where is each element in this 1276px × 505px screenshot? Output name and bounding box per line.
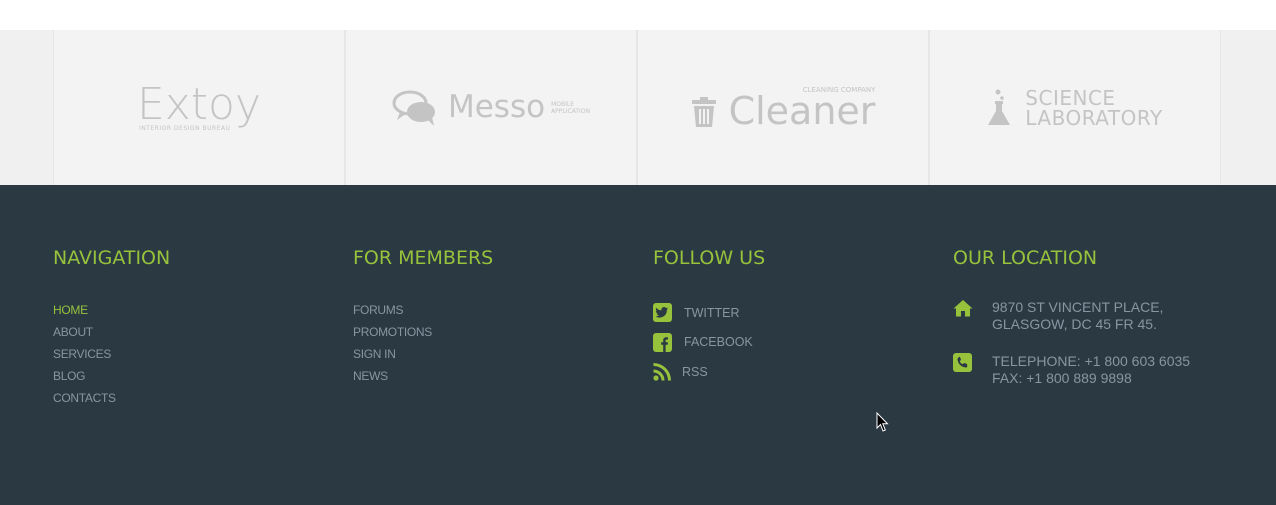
nav-link-about[interactable]: ABOUT [53,325,93,339]
partner-cleaner[interactable]: CLEANING COMPANY Cleaner [637,30,929,185]
footer-follow-column: FOLLOW US TWITTER FACEBOOK RSS [653,245,943,387]
members-link-news[interactable]: NEWS [353,369,388,383]
messo-tagline-line1: MOBILE [551,100,574,108]
twitter-label: TWITTER [684,305,740,320]
partner-science-laboratory[interactable]: SCIENCE LABORATORY [929,30,1221,185]
list-item: FORUMS [353,299,643,321]
messo-name: Messo [447,89,546,125]
phone-icon [953,353,973,373]
top-strip [0,0,1276,30]
facebook-icon [653,332,672,352]
partner-messo[interactable]: Messo MOBILE APPLICATION [345,30,637,185]
footer-navigation-column: NAVIGATION HOME ABOUT SERVICES BLOG CONT… [53,245,343,409]
home-icon [953,299,973,319]
list-item: SERVICES [53,343,343,365]
list-item: NEWS [353,365,643,387]
address-line2: GLASGOW, DC 45 FR 45. [992,316,1157,332]
address-line1: 9870 ST VINCENT PLACE, [992,299,1164,315]
trash-icon [691,96,716,127]
address-block: 9870 ST VINCENT PLACE, GLASGOW, DC 45 FR… [953,299,1243,333]
follow-link-rss[interactable]: RSS [653,357,943,387]
list-item: CONTACTS [53,387,343,409]
follow-list: TWITTER FACEBOOK RSS [653,298,943,387]
members-list: FORUMS PROMOTIONS SIGN IN NEWS [353,299,643,387]
list-item: BLOG [53,365,343,387]
list-item: ABOUT [53,321,343,343]
members-link-sign-in[interactable]: SIGN IN [353,347,396,361]
facebook-label: FACEBOOK [684,335,753,350]
flask-icon [988,89,1011,125]
members-link-forums[interactable]: FORUMS [353,303,404,317]
rss-icon [653,362,672,381]
telephone-text: TELEPHONE: +1 800 603 6035 [992,353,1191,369]
messo-tagline-line2: APPLICATION [551,107,591,115]
messo-logo: Messo MOBILE APPLICATION [392,89,590,127]
follow-link-twitter[interactable]: TWITTER [653,298,943,328]
extoy-logo: Extoy INTERIOR DESIGN BUREAU [136,79,262,133]
nav-link-home[interactable]: HOME [53,303,88,317]
cleaner-name: Cleaner [728,88,876,133]
cleaner-logo: CLEANING COMPANY Cleaner [691,86,876,133]
location-heading: OUR LOCATION [953,247,1098,269]
list-item: SIGN IN [353,343,643,365]
partner-extoy[interactable]: Extoy INTERIOR DESIGN BUREAU [53,30,345,185]
footer: NAVIGATION HOME ABOUT SERVICES BLOG CONT… [0,185,1276,505]
partners-strip: Extoy INTERIOR DESIGN BUREAU Messo MOBIL… [0,30,1276,185]
twitter-icon [653,303,672,323]
list-item: PROMOTIONS [353,321,643,343]
footer-location-column: OUR LOCATION 9870 ST VINCENT PLACE, GLAS… [953,245,1243,387]
fax-text: FAX: +1 800 889 9898 [992,370,1132,386]
navigation-heading: NAVIGATION [53,247,171,269]
messo-tagline: MOBILE APPLICATION [551,101,590,115]
nav-link-blog[interactable]: BLOG [53,369,85,383]
extoy-name: Extoy [136,79,262,130]
rss-label: RSS [682,364,708,379]
phone-block: TELEPHONE: +1 800 603 6035 FAX: +1 800 8… [953,353,1243,387]
science-laboratory-line1: SCIENCE [1025,85,1116,110]
members-link-promotions[interactable]: PROMOTIONS [353,325,432,339]
follow-heading: FOLLOW US [653,247,766,269]
science-laboratory-line2: LABORATORY [1025,105,1163,130]
chat-bubbles-icon [392,90,435,126]
footer-members-column: FOR MEMBERS FORUMS PROMOTIONS SIGN IN NE… [353,245,643,387]
navigation-list: HOME ABOUT SERVICES BLOG CONTACTS [53,299,343,409]
nav-link-contacts[interactable]: CONTACTS [53,391,116,405]
nav-link-services[interactable]: SERVICES [53,347,111,361]
mouse-cursor-icon [876,412,889,432]
members-heading: FOR MEMBERS [353,247,494,269]
follow-link-facebook[interactable]: FACEBOOK [653,328,943,358]
science-laboratory-logo: SCIENCE LABORATORY [987,88,1162,128]
list-item: HOME [53,299,343,321]
